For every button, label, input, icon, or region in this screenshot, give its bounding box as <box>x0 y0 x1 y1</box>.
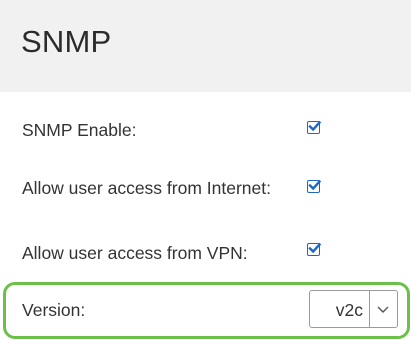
page-title: SNMP <box>21 24 112 59</box>
checkmark-icon <box>308 242 322 254</box>
version-label: Version: <box>22 300 86 320</box>
snmp-enable-label: SNMP Enable: <box>22 120 137 140</box>
page-header: SNMP <box>0 0 411 92</box>
version-selected-value: v2c <box>335 300 363 320</box>
checkmark-icon <box>308 179 322 191</box>
allow-vpn-label: Allow user access from VPN: <box>22 243 248 263</box>
snmp-enable-checkbox[interactable] <box>307 120 322 134</box>
snmp-settings-page: SNMP SNMP Enable: Allow user access from… <box>0 0 411 340</box>
version-select[interactable]: v2c <box>309 290 398 328</box>
allow-internet-label: Allow user access from Internet: <box>22 178 271 198</box>
chevron-down-icon[interactable] <box>376 303 390 315</box>
checkmark-icon <box>308 120 322 132</box>
select-divider <box>369 291 370 327</box>
allow-vpn-checkbox[interactable] <box>307 242 322 256</box>
allow-internet-checkbox[interactable] <box>307 179 322 193</box>
